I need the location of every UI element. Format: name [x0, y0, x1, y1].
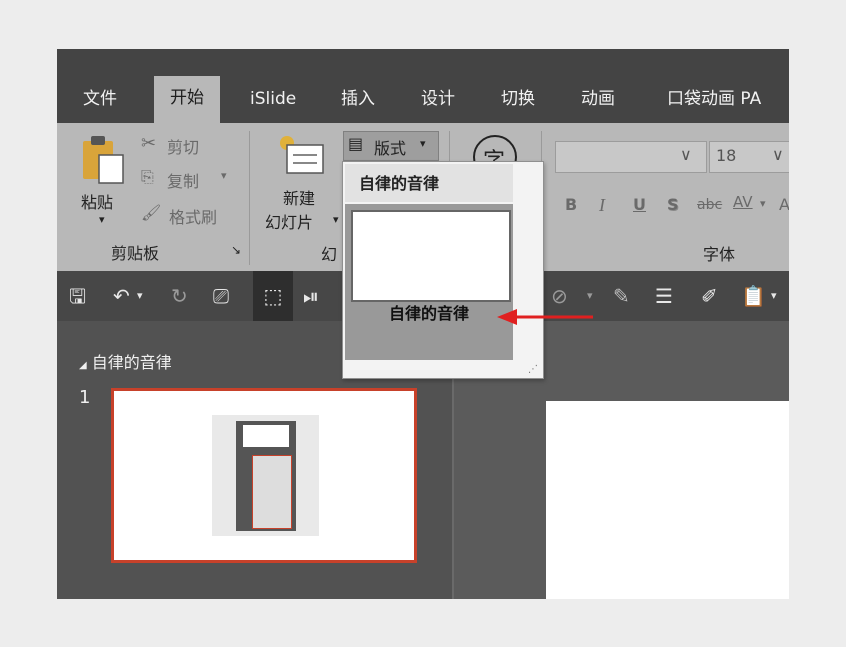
section-header[interactable]: ◢ 自律的音律 — [79, 349, 172, 373]
tab-islide[interactable]: iSlide — [250, 86, 296, 112]
layout-dropdown-icon: ▾ — [420, 137, 426, 150]
paste-icon — [83, 136, 124, 184]
eyedropper-icon[interactable]: ✎ — [613, 271, 630, 321]
new-slide-label-2: 幻灯片 — [265, 213, 314, 232]
copy-dropdown-icon: ▾ — [221, 169, 227, 182]
record-icon[interactable]: ⏯ — [303, 271, 319, 321]
copy-button[interactable]: ⎘ 复制 ▾ — [141, 167, 241, 193]
layout-thumbnail — [351, 210, 511, 302]
new-slide-label-1: 新建 — [283, 189, 316, 208]
tab-home[interactable]: 开始 — [154, 76, 220, 123]
font-size-value: 18 — [716, 146, 737, 165]
group-separator — [249, 131, 250, 265]
resize-grip-icon[interactable]: ⋰ — [528, 364, 538, 375]
layout-gallery-dropdown: 自律的音律 自律的音律 ⋰ — [342, 161, 544, 379]
strikethrough-button[interactable]: abc — [697, 197, 722, 213]
undo-icon[interactable]: ↶ — [113, 271, 130, 321]
copy-icon: ⎘ — [141, 167, 154, 186]
new-slide-dropdown-icon: ▾ — [333, 213, 339, 226]
char-spacing-dropdown-icon: ▾ — [760, 197, 766, 210]
change-case-button[interactable]: A — [779, 195, 789, 214]
scissors-icon: ✂ — [141, 133, 157, 154]
layout-icon: ▤ — [348, 134, 364, 153]
layout-option-label: 自律的音律 — [388, 304, 469, 323]
tab-insert[interactable]: 插入 — [341, 86, 375, 112]
dialog-launcher-icon[interactable]: ↘ — [231, 243, 241, 257]
bold-button[interactable]: B — [565, 195, 577, 214]
layout-option[interactable]: 自律的音律 — [345, 204, 513, 360]
clipboard-group-label: 剪贴板 — [111, 244, 160, 263]
new-slide-icon — [280, 136, 324, 174]
brush-icon: 🖌 — [141, 203, 162, 222]
new-slide-button[interactable]: 新建 幻灯片 ▾ — [263, 133, 343, 233]
slides-group-label: 幻 — [321, 245, 338, 264]
cut-button[interactable]: ✂ 剪切 — [141, 133, 221, 159]
red-arrow-annotation — [497, 309, 593, 325]
font-size-combo[interactable]: 18 ∨ — [709, 141, 789, 173]
layout-label: 版式 — [374, 139, 407, 158]
paste-dropdown-icon: ▾ — [99, 213, 105, 226]
thumbnail-image — [212, 415, 319, 536]
chevron-down-icon: ∨ — [680, 145, 692, 164]
tab-file[interactable]: 文件 — [83, 86, 117, 112]
paste-options-icon[interactable]: 📋 — [741, 271, 766, 321]
select-icon[interactable]: ⬚ — [253, 271, 293, 321]
paste-label: 粘贴 — [81, 193, 114, 212]
layout-button[interactable]: ▤ 版式 ▾ — [343, 131, 439, 161]
slide-canvas[interactable] — [546, 401, 789, 599]
slide-thumbnail[interactable] — [111, 388, 417, 563]
char-spacing-button[interactable]: AV — [733, 193, 753, 211]
font-group-label: 字体 — [703, 245, 736, 264]
section-name: 自律的音律 — [91, 353, 172, 372]
ribbon-tab-bar: 文件 开始 iSlide 插入 设计 切换 动画 口袋动画 PA — [57, 49, 789, 123]
italic-button[interactable]: I — [599, 195, 605, 216]
layout-gallery-header: 自律的音律 — [345, 164, 513, 202]
collapse-triangle-icon: ◢ — [79, 360, 87, 371]
paste-button[interactable]: 粘贴 ▾ — [79, 129, 129, 229]
format-painter-label: 格式刷 — [169, 208, 218, 227]
font-name-combo[interactable]: ∨ — [555, 141, 707, 173]
paste-options-dropdown-icon[interactable]: ▾ — [771, 271, 777, 321]
slideshow-icon[interactable]: ⎚ — [213, 271, 229, 321]
tab-transitions[interactable]: 切换 — [501, 86, 535, 112]
save-icon[interactable]: 🖫 — [69, 271, 86, 321]
copy-label: 复制 — [167, 172, 200, 191]
tab-pocket-animation[interactable]: 口袋动画 PA — [667, 86, 761, 112]
format-painter-button[interactable]: 🖌 格式刷 — [141, 203, 241, 229]
tab-design[interactable]: 设计 — [421, 86, 455, 112]
underline-button[interactable]: U — [633, 195, 646, 214]
align-icon[interactable]: ☰ — [655, 271, 673, 321]
tab-animations[interactable]: 动画 — [581, 86, 615, 112]
undo-dropdown-icon[interactable]: ▾ — [137, 271, 143, 321]
paint-brush-icon[interactable]: ✐ — [701, 271, 718, 321]
redo-icon[interactable]: ↻ — [171, 271, 188, 321]
chevron-down-icon: ∨ — [772, 145, 784, 164]
cut-label: 剪切 — [167, 138, 200, 157]
shadow-button[interactable]: S — [667, 195, 679, 214]
slide-number: 1 — [79, 387, 91, 408]
powerpoint-window: 文件 开始 iSlide 插入 设计 切换 动画 口袋动画 PA 粘贴 ▾ ✂ … — [57, 49, 789, 599]
